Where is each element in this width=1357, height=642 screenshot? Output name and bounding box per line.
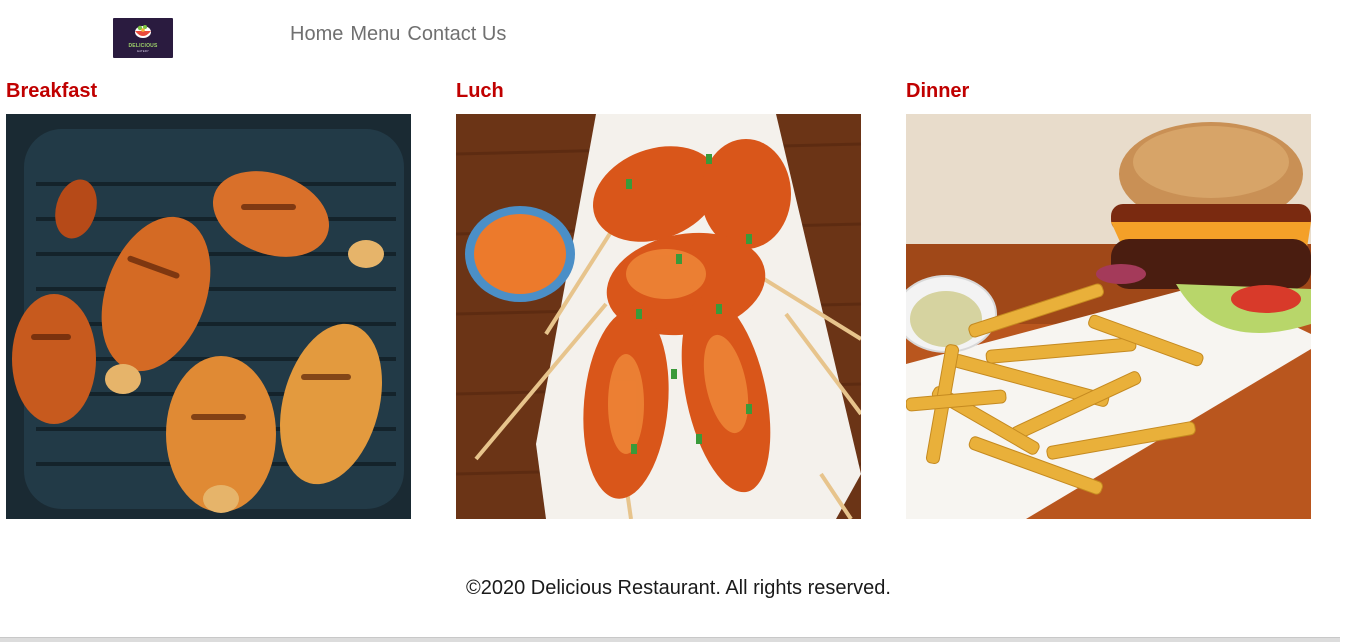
logo-subtext: EATERY <box>137 49 149 53</box>
logo[interactable]: DELICIOUS EATERY <box>113 18 173 58</box>
dinner-heading: Dinner <box>906 80 970 102</box>
breakfast-section: Breakfast <box>6 78 411 519</box>
lunch-photo <box>456 114 861 519</box>
dinner-photo <box>906 114 1311 519</box>
nav-home-link[interactable]: Home <box>290 22 343 46</box>
lunch-heading: Luch <box>456 80 504 102</box>
horizontal-scrollbar[interactable] <box>0 637 1340 642</box>
nav-contact-link[interactable]: Contact Us <box>407 22 506 46</box>
footer-copyright: ©2020 Delicious Restaurant. All rights r… <box>466 577 891 599</box>
breakfast-heading: Breakfast <box>6 80 98 102</box>
main-nav: Home Menu Contact Us <box>290 22 506 46</box>
nav-menu-link[interactable]: Menu <box>350 22 400 46</box>
lunch-section: Luch <box>456 78 861 519</box>
dinner-section: Dinner <box>906 78 1311 519</box>
breakfast-photo <box>6 114 411 519</box>
